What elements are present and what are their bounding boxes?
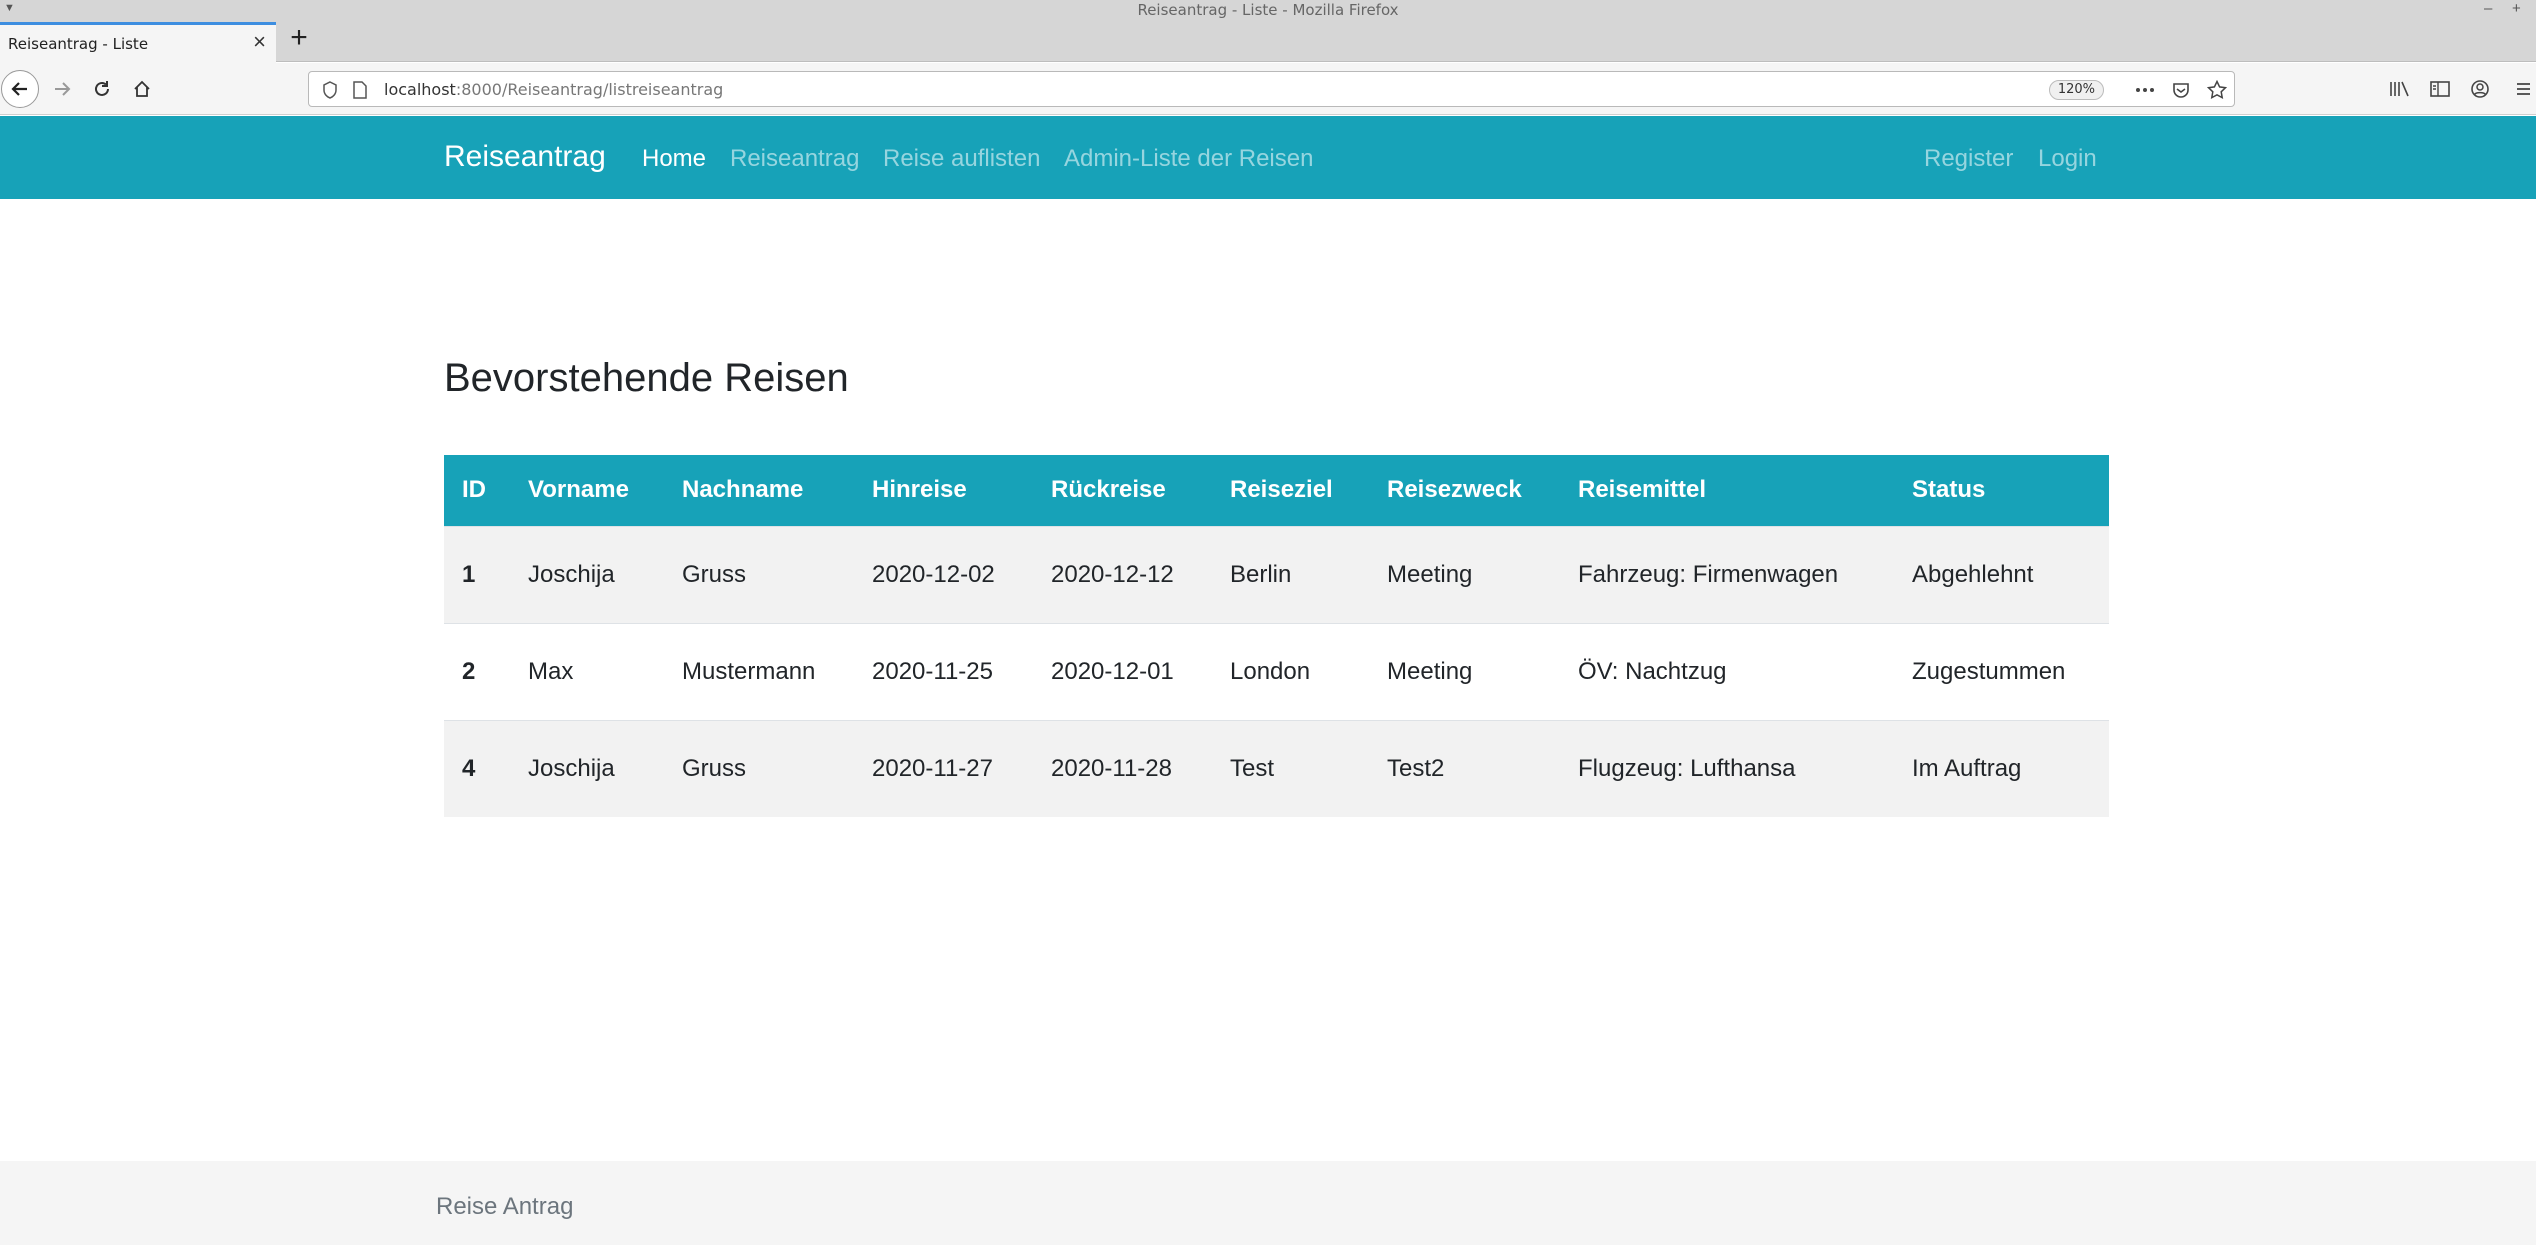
cell-hinreise: 2020-11-25 [872, 657, 993, 685]
url-host: localhost [384, 80, 456, 99]
cell-reisezweck: Meeting [1387, 560, 1473, 588]
cell-nachname: Mustermann [682, 657, 816, 685]
shield-icon[interactable] [319, 79, 341, 101]
col-header-rueckreise: Rückreise [1051, 476, 1166, 504]
tab-title: Reiseantrag - Liste [8, 35, 149, 53]
cell-hinreise: 2020-12-02 [872, 560, 995, 588]
maximize-icon[interactable]: + [2512, 0, 2521, 17]
window-titlebar: ▼ Reiseantrag - Liste - Mozilla Firefox … [0, 0, 2536, 20]
col-header-reisezweck: Reisezweck [1387, 476, 1522, 504]
bookmark-star-icon[interactable] [2206, 79, 2228, 101]
trips-table: ID Vorname Nachname Hinreise Rückreise R… [444, 455, 2109, 817]
cell-nachname: Gruss [682, 560, 747, 588]
table-row: 1 Joschija Gruss 2020-12-02 2020-12-12 B… [444, 526, 2109, 623]
col-header-status: Status [1912, 476, 1986, 504]
cell-reisezweck: Meeting [1387, 657, 1473, 685]
col-header-reisemittel: Reisemittel [1578, 476, 1707, 504]
page-info-icon[interactable] [349, 79, 371, 101]
sidebar-icon[interactable] [2421, 70, 2459, 108]
url-text[interactable]: localhost:8000/Reiseantrag/listreiseantr… [384, 80, 723, 99]
cell-nachname: Gruss [682, 754, 747, 782]
col-header-nachname: Nachname [682, 476, 804, 504]
page-actions-icon[interactable] [2134, 79, 2156, 101]
cell-reisemittel: ÖV: Nachtzug [1578, 657, 1727, 685]
library-icon[interactable] [2381, 70, 2419, 108]
cell-reiseziel: Berlin [1230, 560, 1292, 588]
table-row: 4 Joschija Gruss 2020-11-27 2020-11-28 T… [444, 720, 2109, 817]
col-header-hinreise: Hinreise [872, 476, 967, 504]
page-title: Bevorstehende Reisen [444, 356, 849, 400]
cell-reisemittel: Fahrzeug: Firmenwagen [1578, 560, 1839, 588]
site-navbar: Reiseantrag Home Reiseantrag Reise aufli… [0, 116, 2536, 199]
cell-rueckreise: 2020-12-12 [1051, 560, 1174, 588]
new-tab-icon[interactable]: + [284, 23, 314, 54]
pocket-icon[interactable] [2170, 79, 2192, 101]
tab-close-icon[interactable]: × [253, 31, 266, 53]
url-bar[interactable]: localhost:8000/Reiseantrag/listreiseantr… [308, 71, 2235, 107]
cell-rueckreise: 2020-12-01 [1051, 657, 1174, 685]
nav-link-admin-liste[interactable]: Admin-Liste der Reisen [1064, 145, 1313, 173]
app-menu-icon[interactable] [2510, 70, 2536, 108]
browser-toolbar: localhost:8000/Reiseantrag/listreiseantr… [0, 63, 2536, 115]
cell-hinreise: 2020-11-27 [872, 754, 993, 782]
table-row: 2 Max Mustermann 2020-11-25 2020-12-01 L… [444, 623, 2109, 720]
tab-strip: Reiseantrag - Liste × + [0, 20, 2536, 63]
cell-id: 2 [462, 657, 476, 685]
navbar-brand[interactable]: Reiseantrag [444, 140, 606, 174]
footer-text: Reise Antrag [436, 1193, 574, 1220]
url-path: :8000/Reiseantrag/listreiseantrag [455, 80, 724, 99]
cell-vorname: Max [528, 657, 574, 685]
forward-icon[interactable] [43, 70, 81, 108]
cell-rueckreise: 2020-11-28 [1051, 754, 1172, 782]
cell-status: Im Auftrag [1912, 754, 2022, 782]
cell-id: 4 [462, 754, 476, 782]
home-icon[interactable] [123, 70, 161, 108]
nav-link-reise-auflisten[interactable]: Reise auflisten [883, 145, 1040, 173]
cell-reisezweck: Test2 [1387, 754, 1445, 782]
browser-tab-active[interactable]: Reiseantrag - Liste × [0, 22, 276, 63]
cell-status: Abgehlehnt [1912, 560, 2034, 588]
reload-icon[interactable] [83, 70, 121, 108]
table-header-row: ID Vorname Nachname Hinreise Rückreise R… [444, 455, 2109, 526]
nav-link-register[interactable]: Register [1924, 145, 2013, 173]
page-footer: Reise Antrag [0, 1161, 2536, 1245]
back-icon[interactable] [1, 70, 39, 108]
cell-vorname: Joschija [528, 754, 615, 782]
cell-reisemittel: Flugzeug: Lufthansa [1578, 754, 1796, 782]
cell-reiseziel: Test [1230, 754, 1275, 782]
window-title: Reiseantrag - Liste - Mozilla Firefox [1137, 1, 1399, 19]
nav-link-login[interactable]: Login [2038, 145, 2097, 173]
cell-vorname: Joschija [528, 560, 615, 588]
nav-link-home[interactable]: Home [642, 145, 706, 173]
zoom-level-badge[interactable]: 120% [2048, 80, 2104, 100]
account-icon[interactable] [2461, 70, 2499, 108]
cell-id: 1 [462, 560, 476, 588]
minimize-icon[interactable]: – [2484, 0, 2492, 17]
cell-reiseziel: London [1230, 657, 1311, 685]
cell-status: Zugestummen [1912, 657, 2066, 685]
col-header-reiseziel: Reiseziel [1230, 476, 1333, 504]
col-header-id: ID [462, 476, 486, 504]
col-header-vorname: Vorname [528, 476, 629, 504]
nav-link-reiseantrag[interactable]: Reiseantrag [730, 145, 859, 173]
